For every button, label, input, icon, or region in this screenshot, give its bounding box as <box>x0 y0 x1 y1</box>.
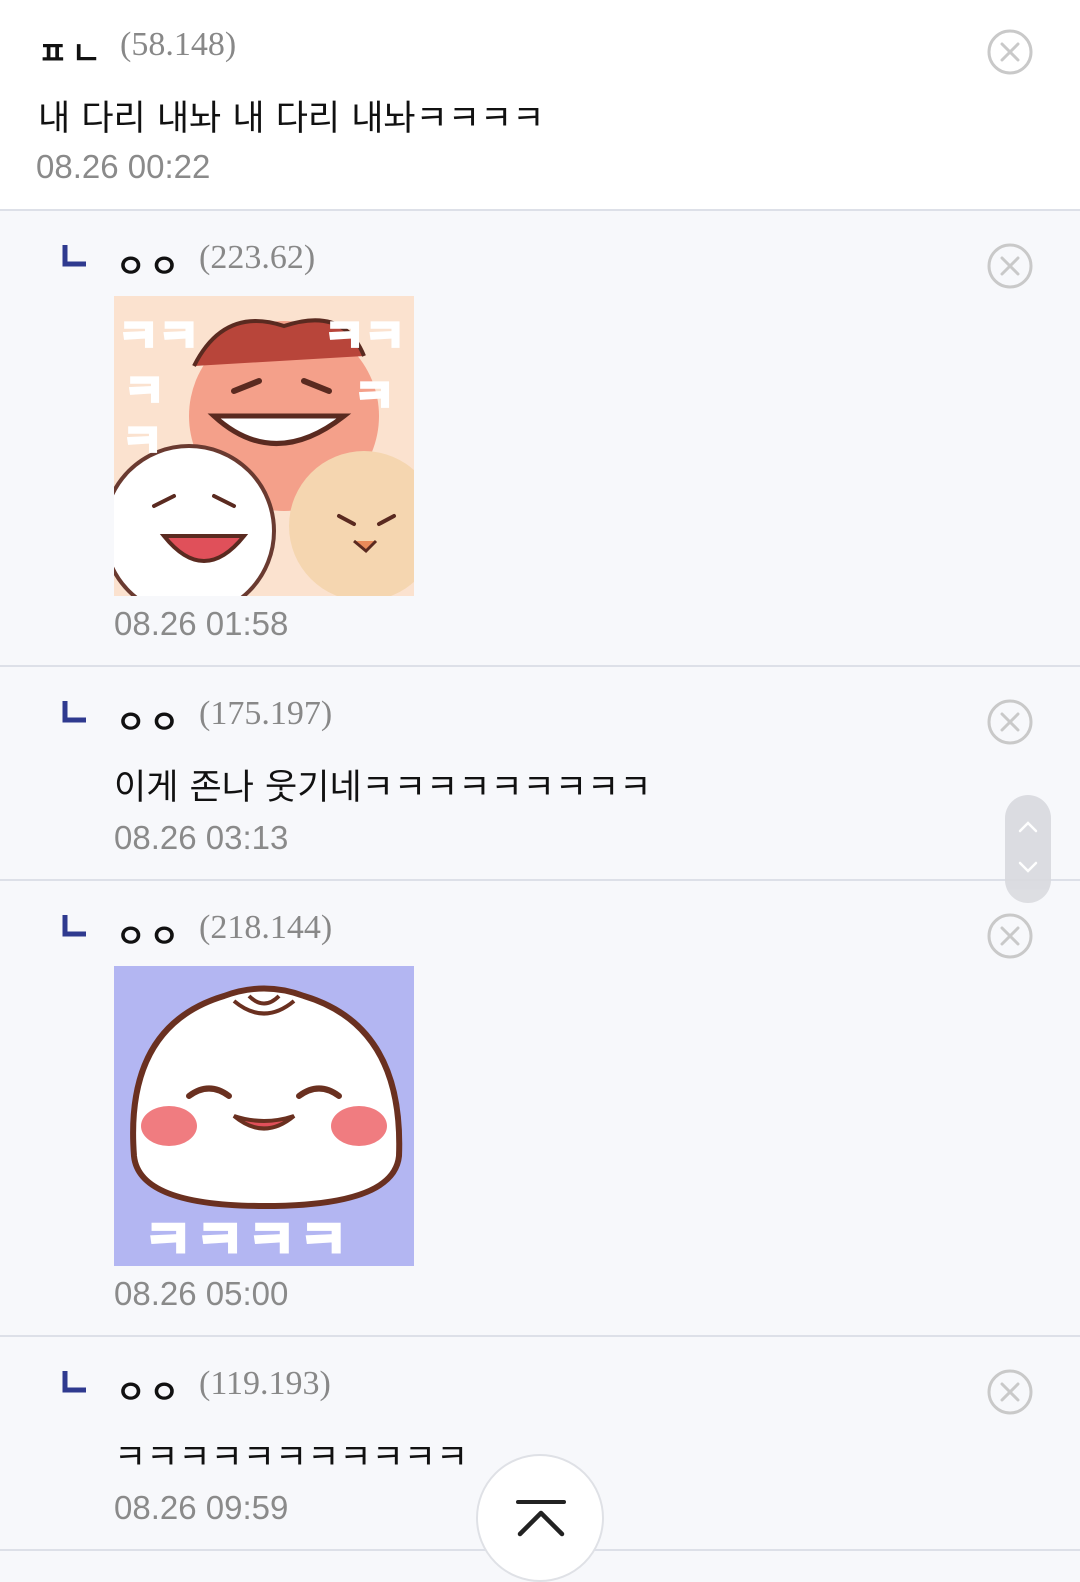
delete-icon[interactable] <box>986 242 1034 290</box>
comment-ip: (218.144) <box>199 909 333 946</box>
reply-comment: ㅇㅇ (175.197) 이게 존나 웃기네ㅋㅋㅋㅋㅋㅋㅋㅋㅋ 08.26 03… <box>0 667 1080 879</box>
reply-icon <box>62 1371 86 1393</box>
svg-text:ㅋ: ㅋ <box>124 366 164 417</box>
scroll-to-top-button[interactable] <box>476 1454 604 1582</box>
svg-text:ㅋ: ㅋ <box>122 416 162 467</box>
reply-icon <box>62 701 86 723</box>
reply-comment: ㅇㅇ (218.144) ㅋㅋㅋㅋ 08.26 05:00 <box>0 881 1080 1335</box>
comment-nickname[interactable]: ㅇㅇ <box>116 1367 183 1413</box>
dumpling-laughing-sticker: ㅋㅋㅋㅋ <box>114 966 414 1266</box>
chevron-down-icon[interactable] <box>1016 859 1040 875</box>
comment-ip: (175.197) <box>199 695 333 732</box>
comment-text: 내 다리 내놔 내 다리 내놔ㅋㅋㅋㅋ <box>38 99 545 139</box>
reply-icon <box>62 245 86 267</box>
reply-icon <box>62 915 86 937</box>
delete-icon[interactable] <box>986 1368 1034 1416</box>
delete-icon[interactable] <box>986 698 1034 746</box>
comment-ip: (58.148) <box>120 26 237 63</box>
comment-text: ㅋㅋㅋㅋㅋㅋㅋㅋㅋㅋㅋ <box>114 1438 469 1478</box>
comment-ip: (119.193) <box>199 1365 331 1402</box>
svg-text:ㅋㅋ: ㅋㅋ <box>324 311 405 362</box>
svg-text:ㅋㅋ: ㅋㅋ <box>118 311 199 362</box>
comment-ip: (223.62) <box>199 239 316 276</box>
comment-nickname[interactable]: ㅍㄴ <box>38 28 105 74</box>
comment-date: 08.26 00:22 <box>36 148 211 185</box>
comment-nickname[interactable]: ㅇㅇ <box>116 911 183 957</box>
reply-comment: ㅇㅇ (223.62) ㅋㅋ ㅋㅋ ㅋ ㅋ ㅋ 08.26 01:58 <box>0 211 1080 665</box>
comment: ㅍㄴ (58.148) 내 다리 내놔 내 다리 내놔ㅋㅋㅋㅋ 08.26 00… <box>0 0 1080 210</box>
sticker-caption: ㅋㅋㅋㅋ <box>142 1210 352 1267</box>
laughing-characters-sticker: ㅋㅋ ㅋㅋ ㅋ ㅋ ㅋ <box>114 296 414 596</box>
comment-date: 08.26 03:13 <box>114 819 289 856</box>
comment-nickname[interactable]: ㅇㅇ <box>116 241 183 287</box>
scroll-control <box>1005 795 1051 903</box>
comment-date: 08.26 01:58 <box>114 605 289 642</box>
double-chevron-up-icon <box>516 1500 566 1537</box>
comment-date: 08.26 05:00 <box>114 1275 289 1312</box>
delete-icon[interactable] <box>986 912 1034 960</box>
chevron-up-icon[interactable] <box>1016 819 1040 835</box>
svg-text:ㅋ: ㅋ <box>354 371 394 422</box>
comment-nickname[interactable]: ㅇㅇ <box>116 697 183 743</box>
comment-text: 이게 존나 웃기네ㅋㅋㅋㅋㅋㅋㅋㅋㅋ <box>114 768 652 808</box>
comment-date: 08.26 09:59 <box>114 1489 289 1526</box>
delete-icon[interactable] <box>986 28 1034 76</box>
